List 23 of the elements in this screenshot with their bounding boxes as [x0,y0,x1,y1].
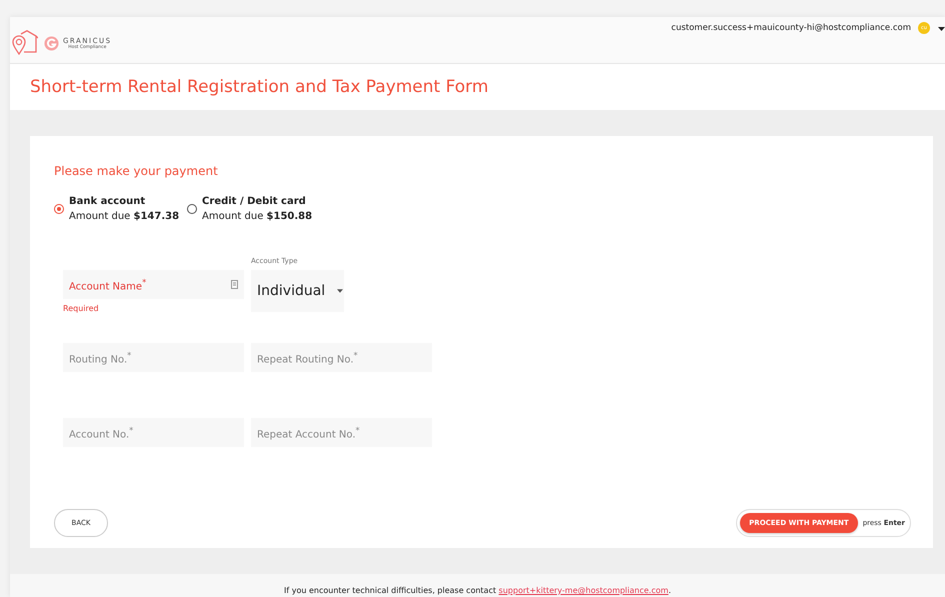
error-message: Required [63,304,100,313]
user-email[interactable]: customer.success+mauicounty-hi@hostcompliance.com [671,22,911,35]
support-email-link[interactable]: support+kittery-me@hostcompliance.com [498,586,668,595]
input-field[interactable]: Repeat Routing No.$^{*}$ [251,343,432,372]
footer-text: If you encounter technical difficulties, please contact support+kittery-me@hostcompliance.com. [284,586,671,595]
house-pin-icon [12,30,38,56]
radio-button[interactable] [54,204,64,214]
radio-button[interactable] [187,204,198,214]
input-field[interactable]: Repeat Account No.$^{*}$ [251,418,432,447]
input-field[interactable]: Routing No.$^{*}$ [63,343,244,372]
autofill-icon [231,280,238,289]
form-heading: Please make your payment [54,164,219,178]
amount-due: Amount due $147.38 [69,210,180,224]
caret-icon [337,289,344,293]
amount-due: Amount due $150.88 [202,210,312,224]
page-title: Short-term Rental Registration and Tax Payment Form [30,77,488,97]
payment-method-label[interactable]: Credit / Debit card [202,194,312,209]
caret-icon[interactable] [938,27,945,31]
logo-mark-icon [44,36,59,50]
account-name-field[interactable]: Account Name$^{*}$ [63,270,244,299]
account-type-select[interactable]: Individual [251,270,344,312]
payment-method-label[interactable]: Bank account [69,194,180,209]
input-field[interactable]: Account No.$^{*}$ [63,418,244,447]
